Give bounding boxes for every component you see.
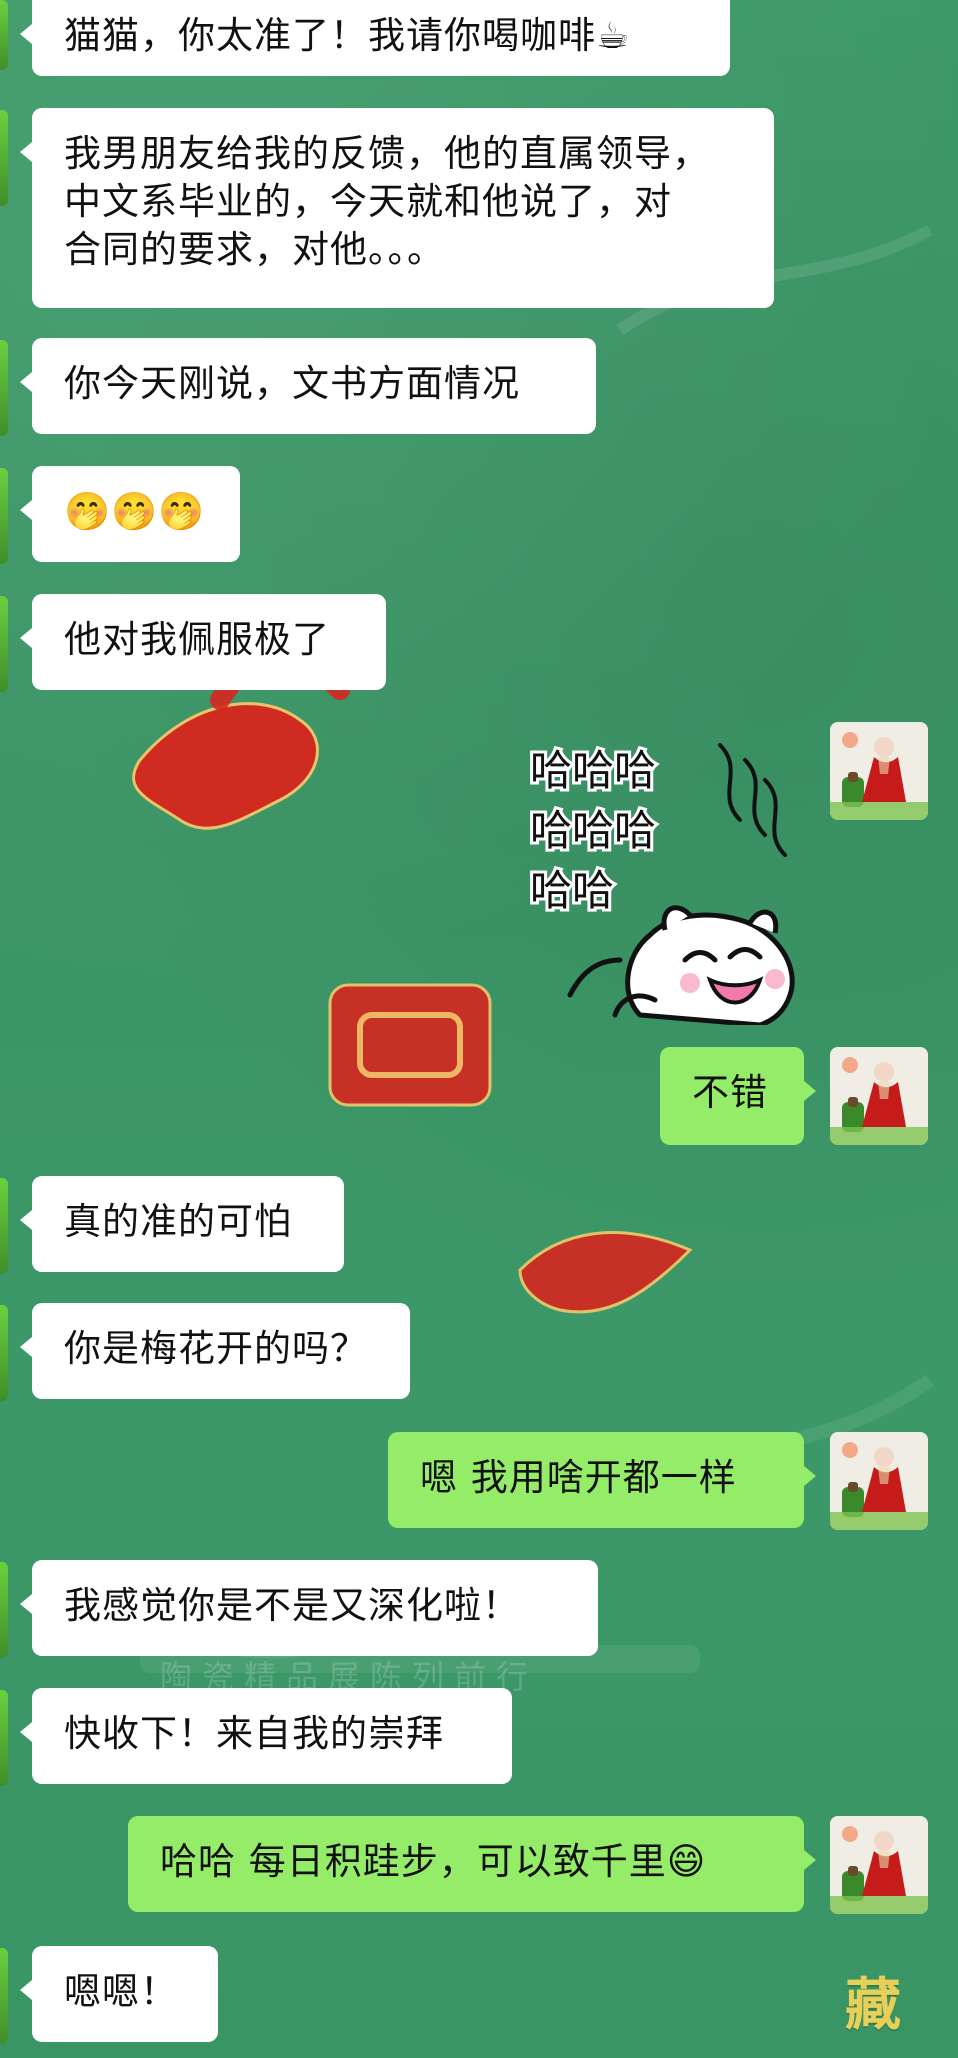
incoming-avatar-strip: [0, 1948, 8, 2044]
message-bubble-incoming[interactable]: 嗯嗯！: [20, 1946, 218, 2042]
background-watermark: 陶瓷精品展陈列前行: [160, 1658, 539, 1696]
message-row-14: 嗯嗯！: [0, 0, 958, 2058]
corner-character: 藏: [845, 1972, 901, 2038]
message-text: 嗯嗯！: [64, 1970, 178, 2013]
